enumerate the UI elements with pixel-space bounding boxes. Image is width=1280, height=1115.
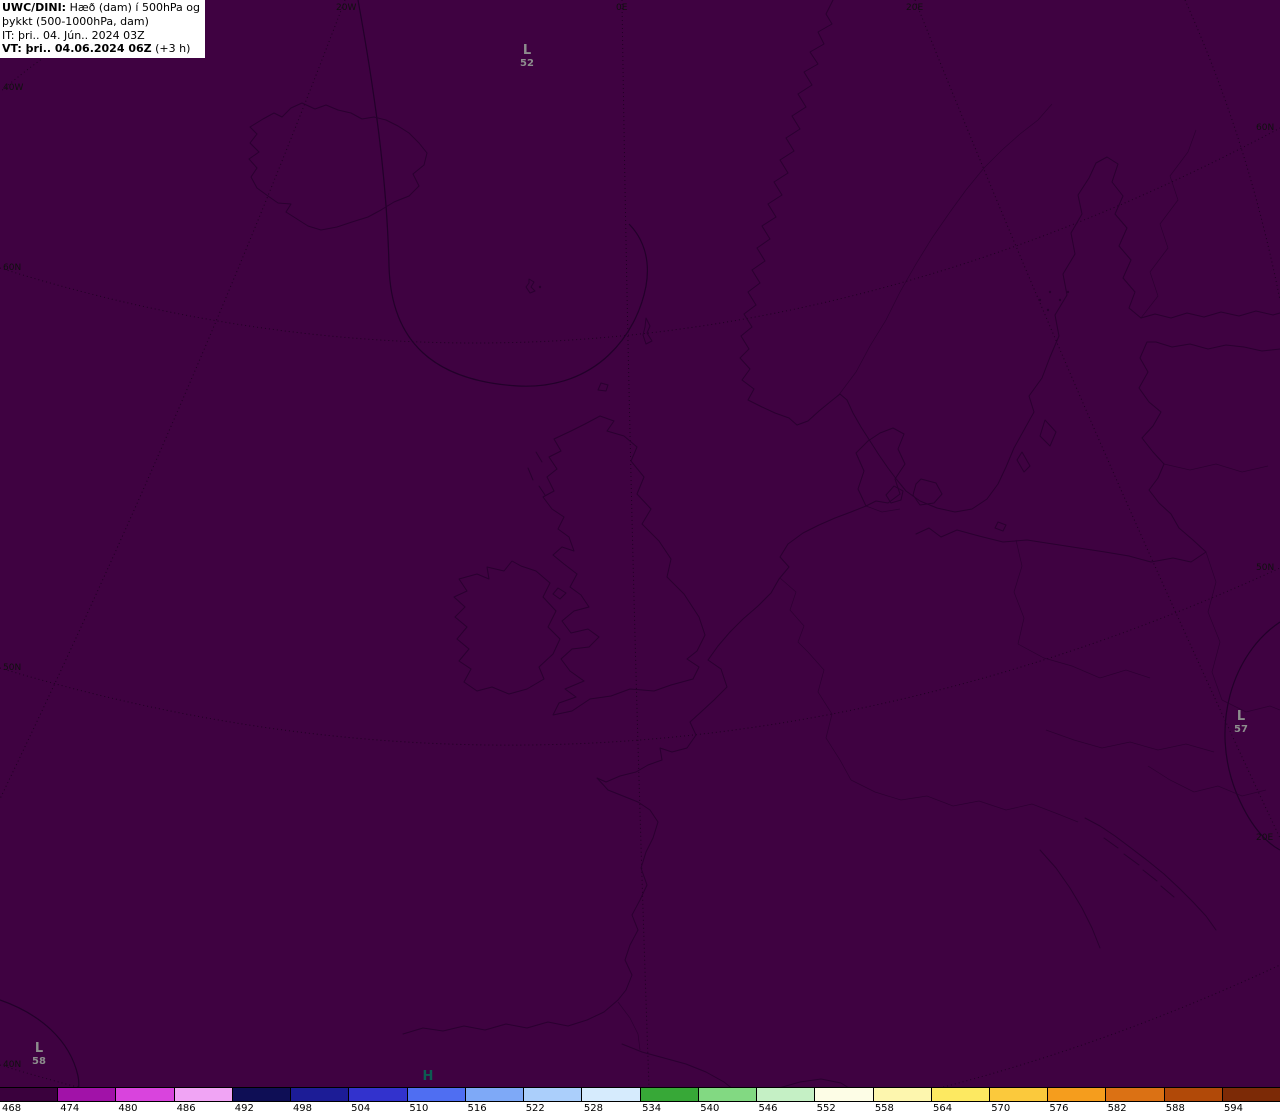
colorbar-swatch-570 [989,1088,1049,1101]
colorbar-label-474: 474 [60,1103,80,1114]
title-line-product: UWC/DINI: Hæð (dam) í 500hPa og [2,1,200,15]
pressure-letter: L [522,43,532,58]
colorbar-label-558: 558 [874,1103,894,1114]
colorbar-swatch-474 [58,1088,117,1101]
grid-label-0e: 0E [616,3,628,13]
colorbar-swatch-504 [349,1088,408,1101]
colorbar-label-528: 528 [583,1103,603,1114]
colorbar-swatch-480 [116,1088,175,1101]
title-box: UWC/DINI: Hæð (dam) í 500hPa og þykkt (5… [0,0,206,58]
grid-label-20e: 20E [1256,833,1274,843]
grid-label-60n: 60N [3,263,22,273]
colorbar-swatch-588 [1164,1088,1223,1101]
pressure-center-l-52: L 52 [520,44,534,71]
border-layer [617,103,1280,1051]
grid-label-40n: 40N [3,1060,22,1070]
colorbar-swatch-594 [1222,1088,1280,1101]
contour-layer [0,0,1280,1087]
colorbar-swatch-468 [0,1088,59,1101]
colorbar-label-582: 582 [1107,1103,1127,1114]
colorbar-swatch-558 [873,1088,932,1101]
valid-time-main: VT: þri.. 04.06.2024 06Z [2,42,152,56]
product-label: UWC/DINI: [2,1,67,14]
pressure-letter: H [422,1069,434,1084]
colorbar-swatch-492 [232,1088,292,1101]
pressure-value: 57 [1234,724,1248,735]
colorbar-label-504: 504 [351,1103,371,1114]
map-graphics [0,0,1280,1087]
grid-label-20w: 20W [336,3,357,13]
product-title-part1: Hæð (dam) í 500hPa og [66,1,201,14]
colorbar-label-564: 564 [933,1103,953,1114]
weather-chart: UWC/DINI: Hæð (dam) í 500hPa og þykkt (5… [0,0,1280,1115]
colorbar-swatch-564 [931,1088,990,1101]
colorbar-swatch-546 [757,1088,816,1101]
colorbar-label-576: 576 [1049,1103,1069,1114]
colorbar-swatch-510 [407,1088,466,1101]
pressure-value: 52 [520,58,534,69]
colorbar-label-516: 516 [467,1103,487,1114]
grid-label-60n: 60N [1256,123,1275,133]
colorbar-label-480: 480 [118,1103,138,1114]
colorbar-label-552: 552 [816,1103,836,1114]
colorbar-swatch-576 [1048,1088,1107,1101]
colorbar-swatch-498 [291,1088,350,1101]
colorbar-label-468: 468 [2,1103,22,1114]
pressure-letter: L [34,1041,44,1056]
grid-label-50n: 50N [3,663,22,673]
colorbar-label-540: 540 [700,1103,720,1114]
pressure-center-h: H [423,1070,434,1083]
colorbar [0,1087,1280,1101]
colorbar-label-510: 510 [409,1103,429,1114]
colorbar-swatch-534 [640,1088,699,1101]
pressure-center-l-58: L 58 [32,1042,46,1069]
colorbar-label-588: 588 [1165,1103,1185,1114]
colorbar-swatch-522 [524,1088,583,1101]
colorbar-swatch-528 [582,1088,641,1101]
colorbar-labels: 468 474 480 486 492 498 504 510 516 522 528 534 540 5… [0,1101,1280,1115]
valid-time: VT: þri.. 04.06.2024 06Z (+3 h) [2,42,200,56]
coastline-layer [248,0,1280,1087]
map-area: UWC/DINI: Hæð (dam) í 500hPa og þykkt (5… [0,0,1280,1087]
colorbar-label-594: 594 [1223,1103,1244,1114]
colorbar-label-534: 534 [642,1103,662,1114]
product-title-part2: þykkt (500-1000hPa, dam) [2,14,149,28]
colorbar-label-492: 492 [234,1103,254,1114]
grid-label-20e: 20E [906,3,924,13]
colorbar-swatch-540 [698,1088,758,1101]
colorbar-label-546: 546 [758,1103,778,1114]
colorbar-swatch-486 [174,1088,233,1101]
pressure-center-l-57: L 57 [1234,710,1248,737]
graticule-layer [0,0,1280,1087]
valid-time-offset: (+3 h) [151,42,191,56]
colorbar-label-522: 522 [525,1103,545,1114]
colorbar-label-570: 570 [991,1103,1011,1114]
colorbar-label-498: 498 [292,1103,313,1114]
colorbar-swatch-516 [465,1088,525,1101]
colorbar-label-486: 486 [176,1103,196,1114]
colorbar-swatch-582 [1106,1088,1165,1101]
grid-label-40w: 40W [3,83,24,93]
pressure-value: 58 [32,1056,46,1067]
init-time: IT: þri.. 04. Jún.. 2024 03Z [2,28,145,42]
grid-label-50n: 50N [1256,563,1275,573]
pressure-letter: L [1236,709,1246,724]
colorbar-swatch-552 [815,1088,874,1101]
